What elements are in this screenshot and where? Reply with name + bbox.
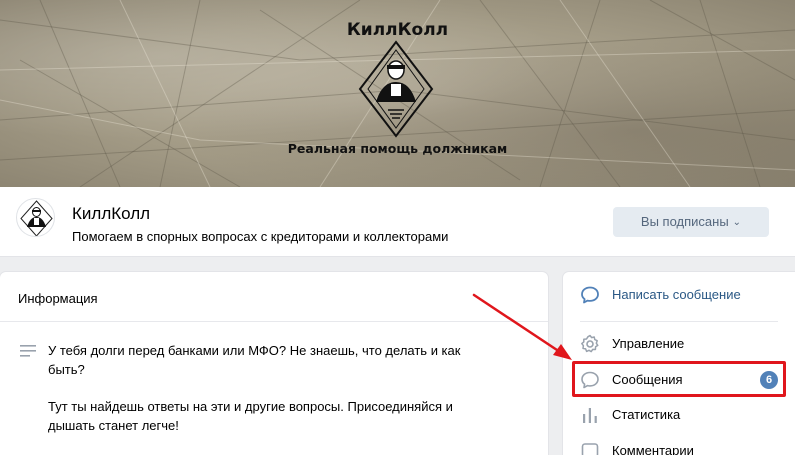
manage-button[interactable]: Управление xyxy=(563,329,795,359)
cover-tagline: Реальная помощь должникам xyxy=(287,141,508,156)
annotation-highlight-box xyxy=(572,361,786,397)
info-card: Информация У тебя долги перед банками ил… xyxy=(0,272,548,455)
comment-icon xyxy=(581,443,599,455)
cover-image: КиллКолл Реальная помощь должникам xyxy=(0,0,795,187)
info-paragraph: Тут ты найдешь ответы на эти и другие во… xyxy=(48,399,453,433)
info-paragraph: У тебя долги перед банками или МФО? Не з… xyxy=(48,343,461,377)
bar-chart-icon xyxy=(583,408,597,423)
comments-label: Комментарии xyxy=(612,443,694,455)
write-message-label: Написать сообщение xyxy=(612,287,741,302)
avatar-emblem-icon xyxy=(20,200,53,236)
info-divider xyxy=(0,321,548,322)
group-description: Помогаем в спорных вопросах с кредиторам… xyxy=(72,229,449,244)
description-lines-icon xyxy=(20,345,36,357)
subscribed-button-label: Вы подписаны xyxy=(640,214,729,229)
gear-icon xyxy=(581,334,599,353)
cover-title: КиллКолл xyxy=(346,20,449,40)
group-avatar[interactable] xyxy=(16,198,55,237)
subscribed-button[interactable]: Вы подписаны ⌄ xyxy=(613,207,769,237)
actions-divider xyxy=(580,321,778,322)
message-bubble-icon xyxy=(581,286,599,304)
comments-button[interactable]: Комментарии xyxy=(563,436,795,455)
group-header: КиллКолл Помогаем в спорных вопросах с к… xyxy=(0,187,795,257)
info-description: У тебя долги перед банками или МФО? Не з… xyxy=(48,342,488,435)
emblem-logo xyxy=(358,40,434,138)
write-message-button[interactable]: Написать сообщение xyxy=(563,280,795,310)
statistics-button[interactable]: Статистика xyxy=(563,400,795,430)
chevron-down-icon: ⌄ xyxy=(732,217,742,228)
group-name: КиллКолл xyxy=(72,204,151,223)
manage-label: Управление xyxy=(612,336,685,351)
info-title: Информация xyxy=(18,291,98,306)
statistics-label: Статистика xyxy=(612,407,681,422)
